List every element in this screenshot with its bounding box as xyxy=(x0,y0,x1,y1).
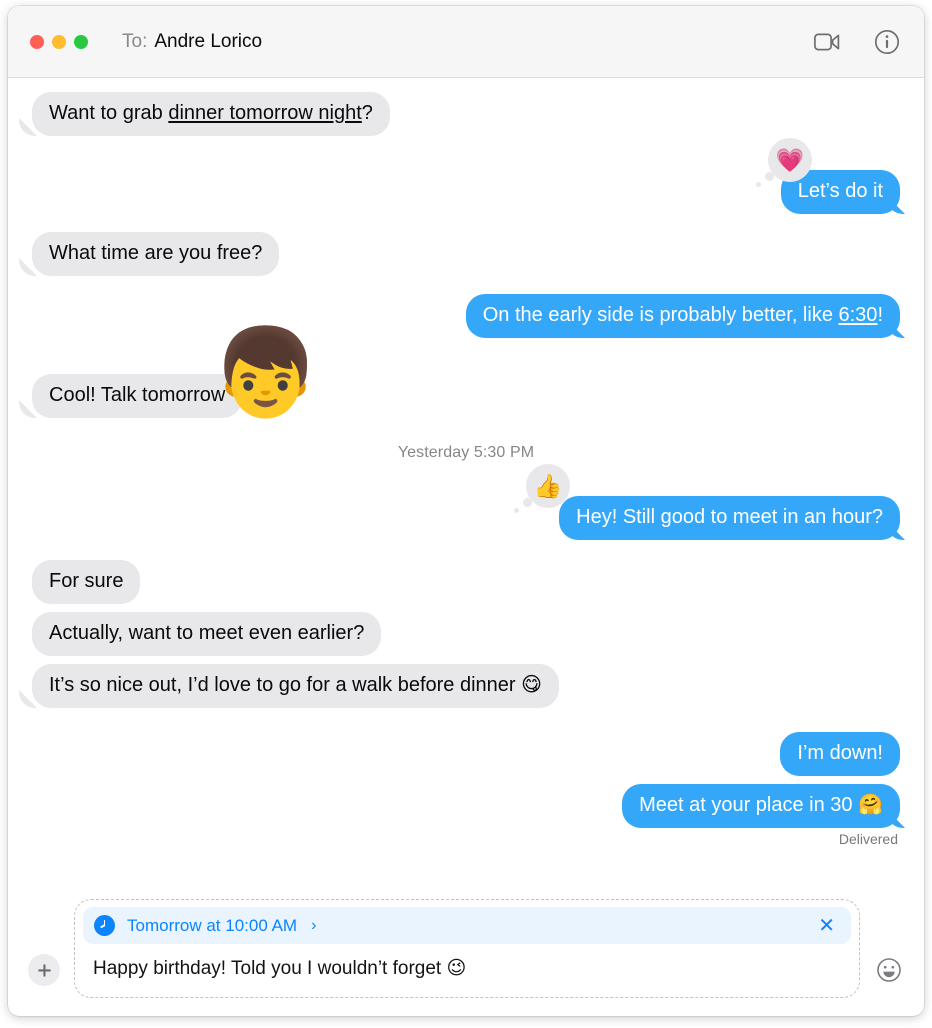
message-text: Cool! Talk tomorrow xyxy=(49,384,226,406)
thumbs-up-tapback[interactable]: 👍 xyxy=(514,464,570,513)
memoji-glyph: 👦 xyxy=(212,325,320,421)
titlebar-actions xyxy=(812,27,902,57)
message-row: On the early side is probably better, li… xyxy=(32,294,912,338)
message-text-tail: ? xyxy=(361,102,373,124)
message-text: Actually, want to meet even earlier? xyxy=(49,622,365,644)
messages-window: To: Andre Lorico Want to grab dinner tom… xyxy=(8,6,924,1016)
message-bubble-incoming[interactable]: It’s so nice out, I’d love to go for a w… xyxy=(21,664,559,708)
message-row: Actually, want to meet even earlier? xyxy=(32,612,900,656)
tapback-dot-large xyxy=(765,172,774,181)
message-compose-field[interactable]: Tomorrow at 10:00 AM › ✕ Happy birthday!… xyxy=(74,899,860,998)
scheduled-time-label: Tomorrow at 10:00 AM xyxy=(127,915,298,935)
recipient-name: Andre Lorico xyxy=(154,30,263,52)
message-bubble-outgoing[interactable]: I’m down! xyxy=(780,732,900,776)
delivery-status: Delivered xyxy=(838,831,898,847)
message-text: Let’s do it xyxy=(797,180,883,202)
zoom-window-button[interactable] xyxy=(74,34,88,49)
message-row: I’m down! xyxy=(32,732,900,776)
add-attachment-button[interactable] xyxy=(28,954,60,986)
message-text: It’s so nice out, I’d love to go for a w… xyxy=(49,674,542,696)
heart-tapback-emoji: 💗 xyxy=(775,146,805,173)
timestamp-divider: Yesterday 5:30 PM xyxy=(397,444,535,461)
message-bubble-incoming[interactable]: Cool! Talk tomorrow xyxy=(20,374,243,418)
close-window-button[interactable] xyxy=(30,34,44,49)
message-row: Cool! Talk tomorrow 👦 xyxy=(20,330,900,418)
close-icon[interactable]: ✕ xyxy=(814,916,839,936)
emoji-picker-button[interactable] xyxy=(874,955,904,985)
message-text-tail: ! xyxy=(877,304,883,326)
message-bubble-outgoing[interactable]: Meet at your place in 30 🤗 xyxy=(622,784,911,828)
message-bubble-outgoing[interactable]: Hey! Still good to meet in an hour? xyxy=(559,496,911,540)
message-text: I’m down! xyxy=(797,742,883,764)
message-bubble-outgoing[interactable]: On the early side is probably better, li… xyxy=(465,294,912,338)
message-text: What time are you free? xyxy=(49,242,263,264)
message-draft-text[interactable]: Happy birthday! Told you I wouldn’t forg… xyxy=(83,944,851,990)
facetime-video-button[interactable] xyxy=(812,27,842,57)
message-row: What time are you free? xyxy=(20,232,900,276)
send-later-banner[interactable]: Tomorrow at 10:00 AM › ✕ xyxy=(83,907,851,944)
message-text: Meet at your place in 30 🤗 xyxy=(639,794,883,816)
message-text: Hey! Still good to meet in an hour? xyxy=(576,506,883,528)
message-transcript[interactable]: Want to grab dinner tomorrow night? 💗 Le… xyxy=(8,78,924,889)
minimize-window-button[interactable] xyxy=(52,34,66,49)
tapback-dot-small xyxy=(514,508,519,513)
to-label: To: xyxy=(122,30,148,52)
message-bubble-incoming[interactable]: What time are you free? xyxy=(20,232,280,276)
message-text: Want to grab xyxy=(49,102,169,124)
tapback-dot-large xyxy=(523,498,532,507)
clock-icon xyxy=(94,915,115,936)
message-row: 💗 Let’s do it xyxy=(32,138,912,214)
memoji-thumbs-up-sticker[interactable]: 👦 xyxy=(212,330,319,416)
message-row: Meet at your place in 30 🤗 xyxy=(32,784,911,828)
message-bubble-incoming[interactable]: Actually, want to meet even earlier? xyxy=(32,612,382,656)
chevron-right-icon[interactable]: › xyxy=(311,917,316,935)
details-info-button[interactable] xyxy=(872,27,902,57)
thumbs-up-tapback-emoji: 👍 xyxy=(533,472,563,499)
message-bubble-incoming[interactable]: Want to grab dinner tomorrow night? xyxy=(21,92,390,136)
message-text: For sure xyxy=(49,570,124,592)
heart-tapback[interactable]: 💗 xyxy=(756,138,812,187)
data-detector-link[interactable]: dinner tomorrow night xyxy=(168,102,361,124)
data-detector-link[interactable]: 6:30 xyxy=(839,304,878,326)
message-row: It’s so nice out, I’d love to go for a w… xyxy=(21,664,900,708)
recipient-field[interactable]: To: Andre Lorico xyxy=(122,31,262,53)
message-row: Want to grab dinner tomorrow night? xyxy=(21,92,900,136)
message-row: For sure xyxy=(32,560,900,604)
window-titlebar: To: Andre Lorico xyxy=(8,6,924,78)
traffic-lights xyxy=(30,34,88,49)
message-row: 👍 Hey! Still good to meet in an hour? xyxy=(32,464,911,540)
compose-bar: Tomorrow at 10:00 AM › ✕ Happy birthday!… xyxy=(8,889,924,1016)
tapback-dot-small xyxy=(756,182,761,187)
message-bubble-incoming[interactable]: For sure xyxy=(32,560,141,604)
message-text: On the early side is probably better, li… xyxy=(482,304,839,326)
